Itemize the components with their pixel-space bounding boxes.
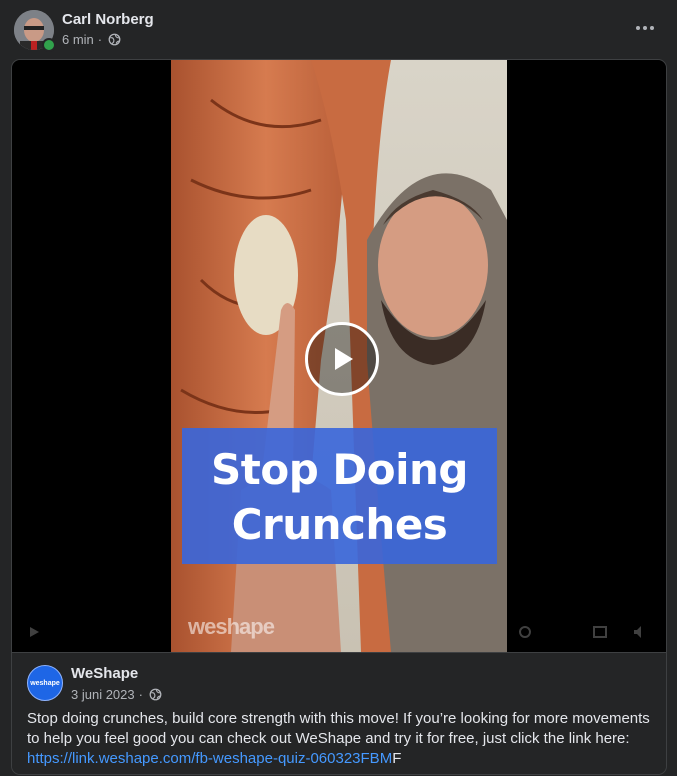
settings-icon[interactable] xyxy=(517,624,533,640)
meta-separator: · xyxy=(97,32,103,47)
post-text-tail: F xyxy=(392,750,402,767)
online-status-indicator xyxy=(42,38,56,52)
shared-post-text: Stop doing crunches, build core strength… xyxy=(27,709,655,769)
post-meta: 6 min · xyxy=(62,32,121,47)
meta-separator: · xyxy=(138,687,143,702)
page-name[interactable]: WeShape xyxy=(71,665,138,682)
play-button[interactable] xyxy=(305,322,379,396)
post-header: Carl Norberg 6 min · xyxy=(0,0,677,58)
volume-icon[interactable] xyxy=(632,624,648,640)
video-player[interactable]: Stop Doing Crunches weshape xyxy=(12,60,666,652)
shared-post-footer: weshape WeShape 3 juni 2023 · Stop doing… xyxy=(12,652,666,774)
page-avatar[interactable]: weshape xyxy=(27,665,63,701)
post-time[interactable]: 6 min xyxy=(62,32,94,47)
globe-icon[interactable] xyxy=(149,688,162,701)
post-link[interactable]: https://link.weshape.com/fb-weshape-quiz… xyxy=(27,750,392,767)
play-control-icon[interactable] xyxy=(26,624,42,640)
video-controls xyxy=(12,616,666,652)
page-avatar-logo: weshape xyxy=(30,679,60,687)
video-caption-line-1: Stop Doing xyxy=(211,445,468,494)
more-options-icon xyxy=(636,26,654,30)
more-options-button[interactable] xyxy=(628,15,662,41)
globe-icon[interactable] xyxy=(108,33,121,46)
video-caption-line-2: Crunches xyxy=(231,500,448,549)
post-text-body: Stop doing crunches, build core strength… xyxy=(27,710,650,747)
play-icon xyxy=(335,348,353,370)
shared-post-card[interactable]: Stop Doing Crunches weshape weshape WeSh… xyxy=(11,59,667,775)
author-name[interactable]: Carl Norberg xyxy=(62,11,154,28)
shared-post-meta: 3 juni 2023 · xyxy=(71,687,162,702)
fullscreen-icon[interactable] xyxy=(592,624,608,640)
shared-post-date[interactable]: 3 juni 2023 xyxy=(71,687,135,702)
